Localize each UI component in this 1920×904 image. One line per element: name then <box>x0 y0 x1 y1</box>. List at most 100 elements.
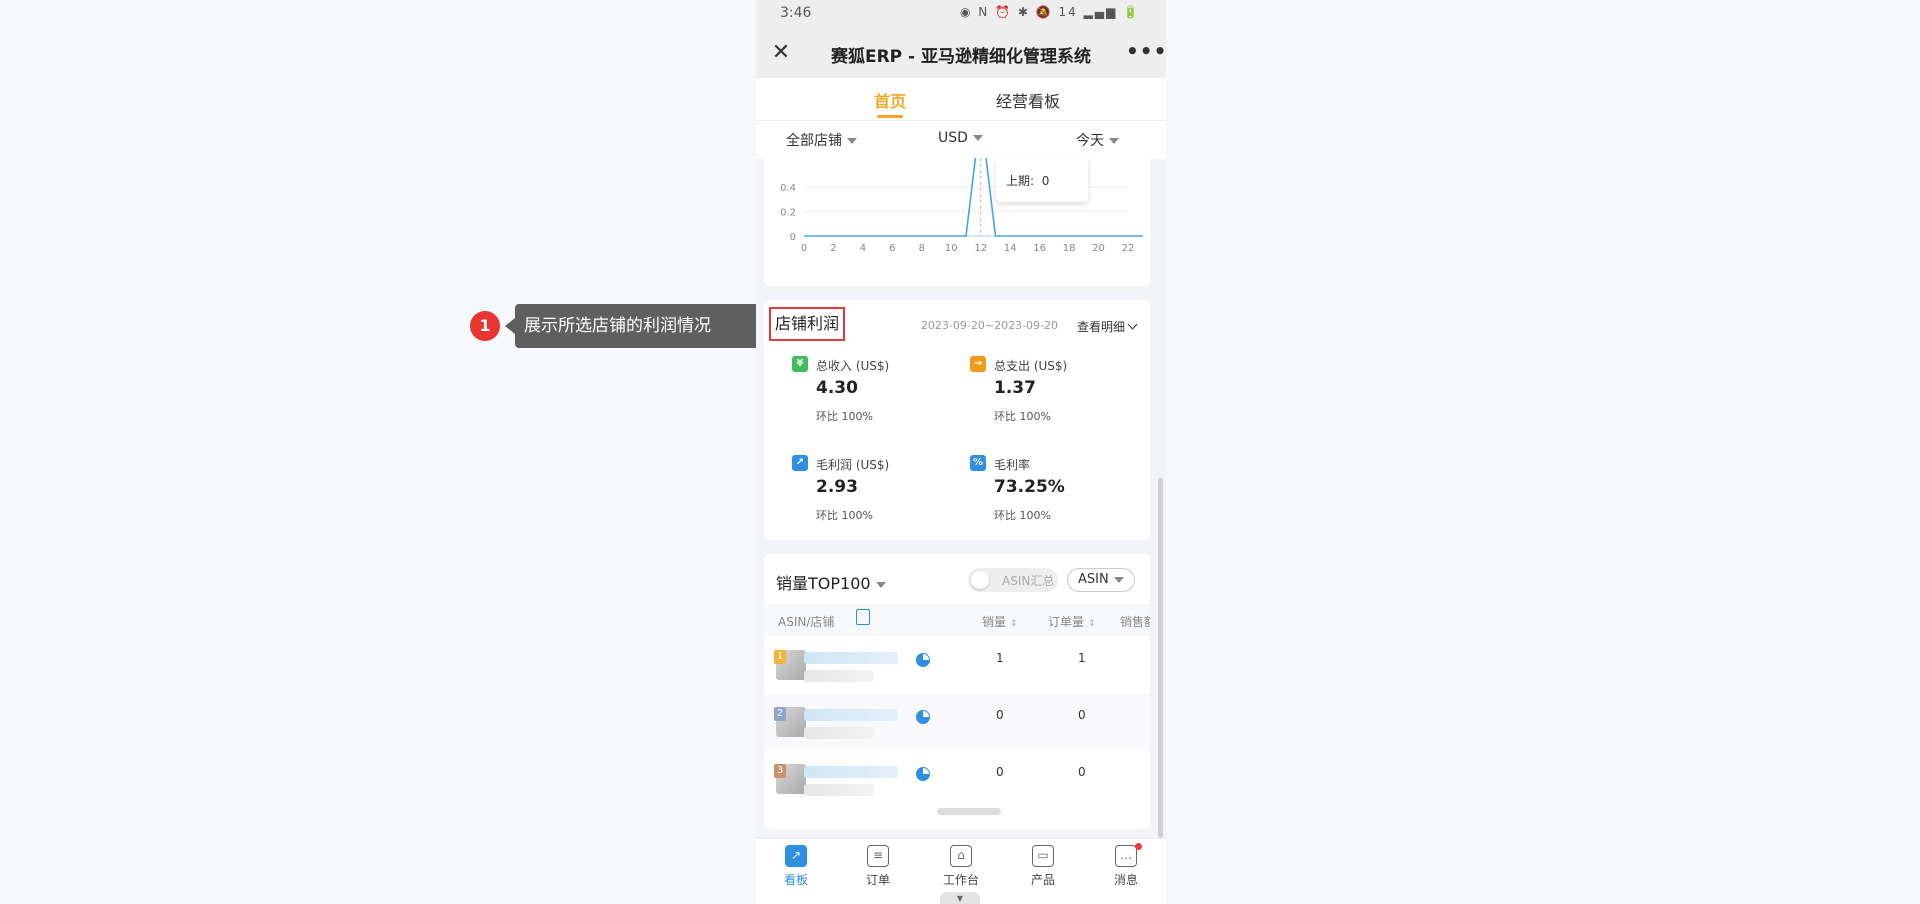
nav-label: 产品 <box>1030 873 1055 887</box>
rank-badge: 1 <box>774 650 786 664</box>
sales-top100-card: 销量TOP100 ASIN汇总 ASIN ASIN/店铺 销量 ⇕ 订单量 ⇕ … <box>764 554 1150 829</box>
expense-icon: → <box>970 356 986 372</box>
metric-value: 2.93 <box>816 477 858 497</box>
row-orders: 0 <box>1078 765 1086 779</box>
store-filter[interactable]: 全部店铺 <box>786 130 857 150</box>
filter-bar: 全部店铺 USD 今天 <box>756 120 1166 159</box>
profit-trend-icon: ↗ <box>792 455 808 471</box>
x-tick-label: 0 <box>801 243 807 254</box>
metric-gross-profit: ↗ 毛利润 (US$) 2.93 环比 100% <box>792 455 962 535</box>
chart-icon: ↗ <box>785 845 807 867</box>
caret-down-icon <box>1109 138 1119 144</box>
caret-down-icon <box>972 135 983 141</box>
tab-home[interactable]: 首页 <box>874 88 906 112</box>
row-orders: 1 <box>1078 651 1086 665</box>
caret-down-icon <box>875 581 886 588</box>
box-icon: ▭ <box>1032 845 1054 867</box>
currency-filter-label: USD <box>938 130 968 146</box>
x-tick-label: 22 <box>1122 243 1135 254</box>
col-amount[interactable]: 销售额 <box>1120 613 1150 630</box>
caret-down-icon <box>1113 576 1124 583</box>
row-orders: 0 <box>1078 708 1086 722</box>
store-filter-label: 全部店铺 <box>786 133 842 149</box>
top100-dropdown[interactable]: 销量TOP100 <box>776 570 886 594</box>
home-icon: ⌂ <box>950 845 972 867</box>
active-tab-indicator <box>877 115 903 118</box>
close-icon[interactable]: ✕ <box>766 38 796 68</box>
vertical-scrollbar[interactable] <box>1158 478 1163 838</box>
message-icon: … <box>1115 845 1137 867</box>
metric-label: 毛利率 <box>994 458 1031 472</box>
period-filter-label: 今天 <box>1076 133 1104 149</box>
revenue-icon: ¥ <box>792 356 808 372</box>
toggle-label: ASIN汇总 <box>1002 574 1055 588</box>
x-tick-label: 12 <box>974 243 987 254</box>
table-row[interactable]: 2 0 0 <box>764 693 1150 750</box>
status-time: 3:46 <box>780 5 812 21</box>
x-tick-label: 18 <box>1063 243 1076 254</box>
metric-ratio: 环比 100% <box>994 410 1051 423</box>
blurred-store <box>804 727 874 739</box>
y-tick-label: 0.2 <box>780 208 796 219</box>
metric-value: 73.25% <box>994 477 1065 497</box>
nav-dashboard[interactable]: ↗ 看板 <box>766 845 826 888</box>
caret-down-icon <box>847 138 857 144</box>
nav-label: 工作台 <box>942 873 979 887</box>
blurred-store <box>804 784 874 796</box>
metric-label: 总收入 (US$) <box>816 359 890 373</box>
x-tick-label: 4 <box>860 243 866 254</box>
nav-orders[interactable]: ≡ 订单 <box>848 845 908 888</box>
asin-select[interactable]: ASIN <box>1067 568 1135 592</box>
pie-chart-icon[interactable] <box>916 710 930 724</box>
nav-products[interactable]: ▭ 产品 <box>1013 845 1073 888</box>
blurred-asin <box>804 652 898 664</box>
sort-icon: ⇕ <box>1009 619 1018 629</box>
col-asin-store: ASIN/店铺 <box>778 615 835 629</box>
nav-messages[interactable]: … 消息 <box>1096 843 1156 888</box>
tab-business-dashboard[interactable]: 经营看板 <box>996 88 1060 112</box>
nav-label: 看板 <box>783 873 808 887</box>
nav-workbench[interactable]: ⌂ 工作台 <box>931 845 991 888</box>
blurred-asin <box>804 766 898 778</box>
period-filter[interactable]: 今天 <box>1076 130 1119 150</box>
store-profit-card: 店铺利润 2023-09-20~2023-09-20 查看明细 ¥ 总收入 (U… <box>764 300 1150 540</box>
callout-tooltip: 展示所选店铺的利润情况 <box>505 304 761 348</box>
toggle-knob <box>971 571 989 589</box>
asin-summary-toggle[interactable]: ASIN汇总 <box>968 568 1058 592</box>
metric-gross-margin: % 毛利率 73.25% 环比 100% <box>970 455 1140 535</box>
switch-view-icon[interactable] <box>856 609 870 625</box>
top-tabs: 首页 经营看板 <box>756 78 1166 120</box>
store-profit-title: 店铺利润 <box>769 307 845 341</box>
metric-ratio: 环比 100% <box>816 509 873 522</box>
metric-total-revenue: ¥ 总收入 (US$) 4.30 环比 100% <box>792 356 962 436</box>
pie-chart-icon[interactable] <box>916 653 930 667</box>
tooltip-previous: 上期: 0 <box>1006 174 1050 188</box>
horizontal-scrollbar[interactable] <box>937 808 1001 815</box>
blurred-asin <box>804 709 898 721</box>
y-tick-label: 0 <box>790 232 796 243</box>
chart-tooltip: 上期: 0 <box>996 158 1088 202</box>
view-details-button[interactable]: 查看明细 <box>1077 318 1138 335</box>
pie-chart-icon[interactable] <box>916 767 930 781</box>
metric-total-expense: → 总支出 (US$) 1.37 环比 100% <box>970 356 1140 436</box>
currency-filter[interactable]: USD <box>938 130 983 146</box>
x-tick-label: 14 <box>1004 243 1017 254</box>
table-row[interactable]: 1 1 1 <box>764 636 1150 693</box>
notification-dot <box>1135 843 1142 850</box>
table-row[interactable]: 3 0 0 <box>764 750 1150 807</box>
x-tick-label: 10 <box>945 243 958 254</box>
metric-ratio: 环比 100% <box>816 410 873 423</box>
status-icons: ◉ N ⏰ ✱ 🔕 14 ▂▄▆ 🔋 <box>960 5 1140 19</box>
phone-screen: 3:46 ◉ N ⏰ ✱ 🔕 14 ▂▄▆ 🔋 ✕ 赛狐ERP - 亚马逊精细化… <box>756 0 1166 904</box>
col-orders[interactable]: 订单量 ⇕ <box>1048 613 1095 630</box>
series-line <box>804 158 1143 237</box>
nav-label: 订单 <box>865 873 890 887</box>
collapse-handle-icon[interactable]: ▼ <box>940 892 980 904</box>
nav-label: 消息 <box>1113 873 1138 887</box>
more-options-icon[interactable]: ••• <box>1126 38 1166 68</box>
hourly-line-chart[interactable]: 0 0.2 0.4 0 2 4 6 8 10 12 14 16 18 20 22 <box>764 158 1150 286</box>
col-sales[interactable]: 销量 ⇕ <box>982 613 1017 630</box>
document-icon: ≡ <box>867 845 889 867</box>
sort-icon: ⇕ <box>1087 619 1096 629</box>
x-tick-label: 8 <box>919 243 925 254</box>
